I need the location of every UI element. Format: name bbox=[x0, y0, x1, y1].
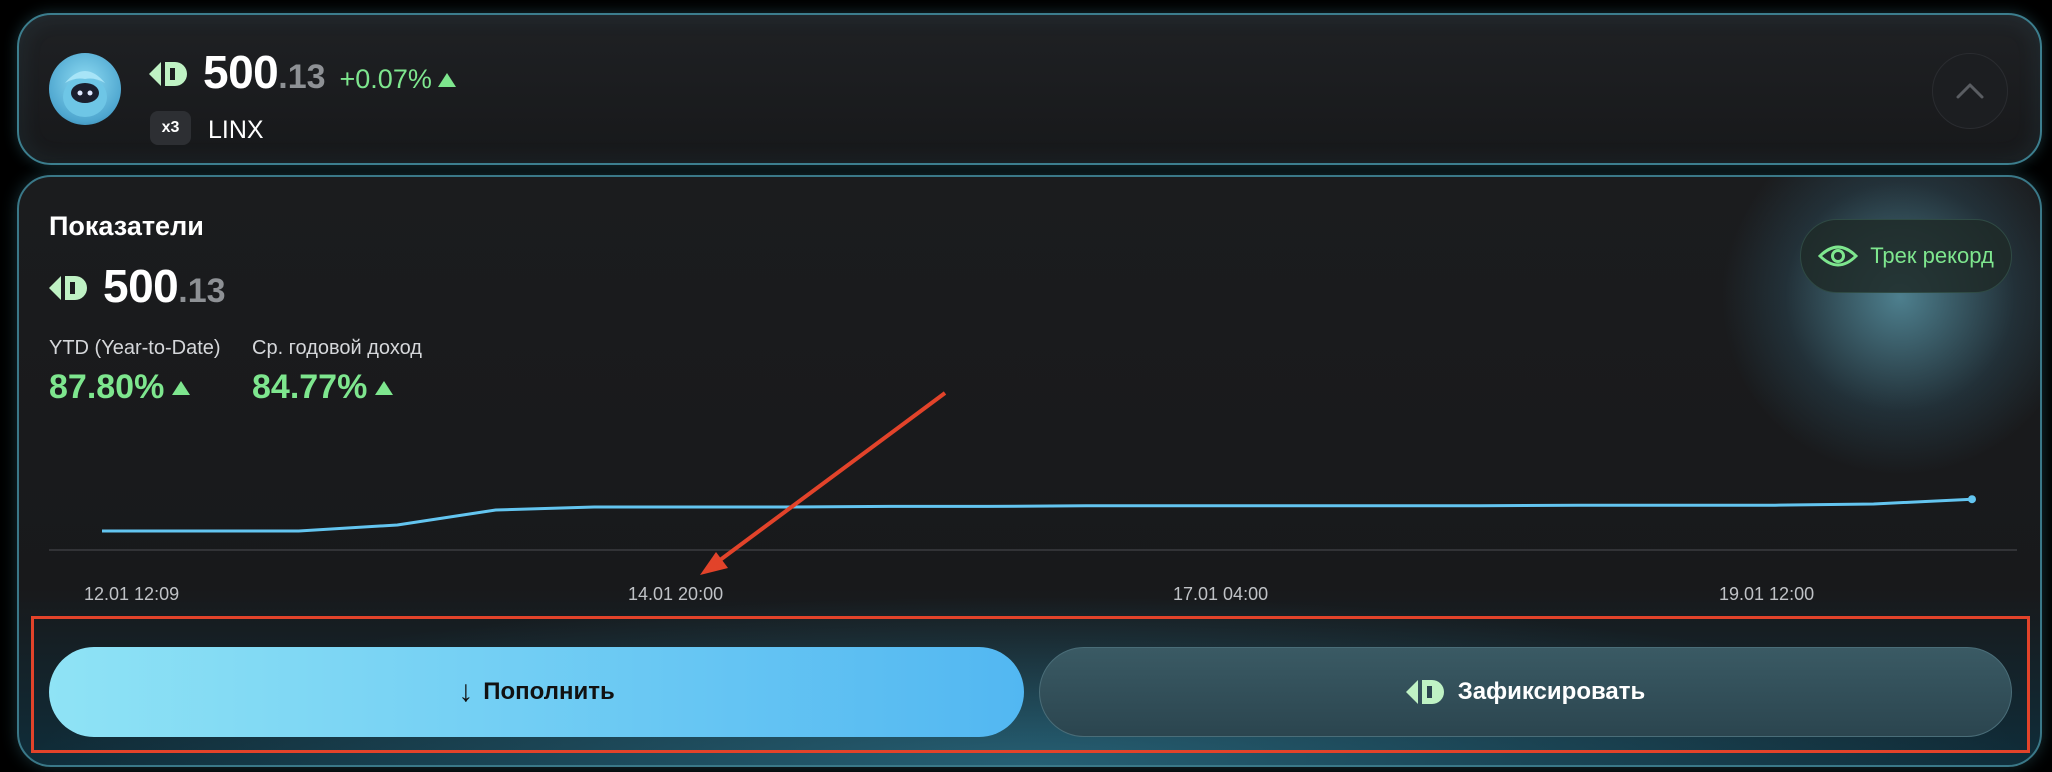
chevron-up-icon bbox=[1956, 83, 1984, 99]
card-price-integer: 500 bbox=[103, 260, 179, 312]
x-tick-label: 12.01 12:09 bbox=[84, 584, 180, 604]
stat-value: 87.80% bbox=[49, 368, 165, 406]
collapse-button[interactable] bbox=[1932, 53, 2008, 129]
stat-label: YTD (Year-to-Date) bbox=[49, 337, 221, 359]
up-arrow-icon bbox=[172, 380, 191, 395]
price-change: +0.07% bbox=[340, 64, 456, 95]
asset-avatar bbox=[49, 53, 121, 125]
stat-label: Ср. годовой доход bbox=[252, 337, 422, 359]
coin-icon bbox=[149, 60, 189, 88]
up-arrow-icon bbox=[437, 72, 456, 87]
up-arrow-icon bbox=[375, 380, 394, 395]
x-tick-label: 17.01 04:00 bbox=[1173, 584, 1269, 604]
x-tick-label: 19.01 12:00 bbox=[1719, 584, 1815, 604]
asset-ticker: LINX bbox=[208, 116, 264, 144]
eye-icon bbox=[1818, 245, 1859, 267]
section-title: Показатели bbox=[49, 211, 204, 241]
series-line bbox=[102, 497, 1973, 533]
track-record-label: Трек рекорд bbox=[1870, 243, 1994, 268]
annotation-highlight-box bbox=[31, 616, 2030, 753]
stat-ytd: YTD (Year-to-Date) 87.80% bbox=[49, 337, 221, 407]
card-price-decimal: .13 bbox=[178, 272, 226, 310]
x-tick-label: 14.01 20:00 bbox=[628, 584, 724, 604]
coin-icon bbox=[49, 274, 89, 302]
track-record-button[interactable]: Трек рекорд bbox=[1800, 219, 2012, 293]
top-price-decimal: .13 bbox=[278, 58, 326, 96]
last-point bbox=[1968, 495, 1976, 504]
top-price-integer: 500 bbox=[203, 46, 279, 98]
multiplier-badge: x3 bbox=[150, 111, 191, 145]
price-change-value: +0.07% bbox=[339, 64, 432, 94]
asset-header-card[interactable]: 500.13 +0.07% x3 LINX bbox=[17, 13, 2042, 165]
stat-value: 84.77% bbox=[252, 368, 368, 406]
stat-annual-yield: Ср. годовой доход 84.77% bbox=[252, 337, 422, 407]
